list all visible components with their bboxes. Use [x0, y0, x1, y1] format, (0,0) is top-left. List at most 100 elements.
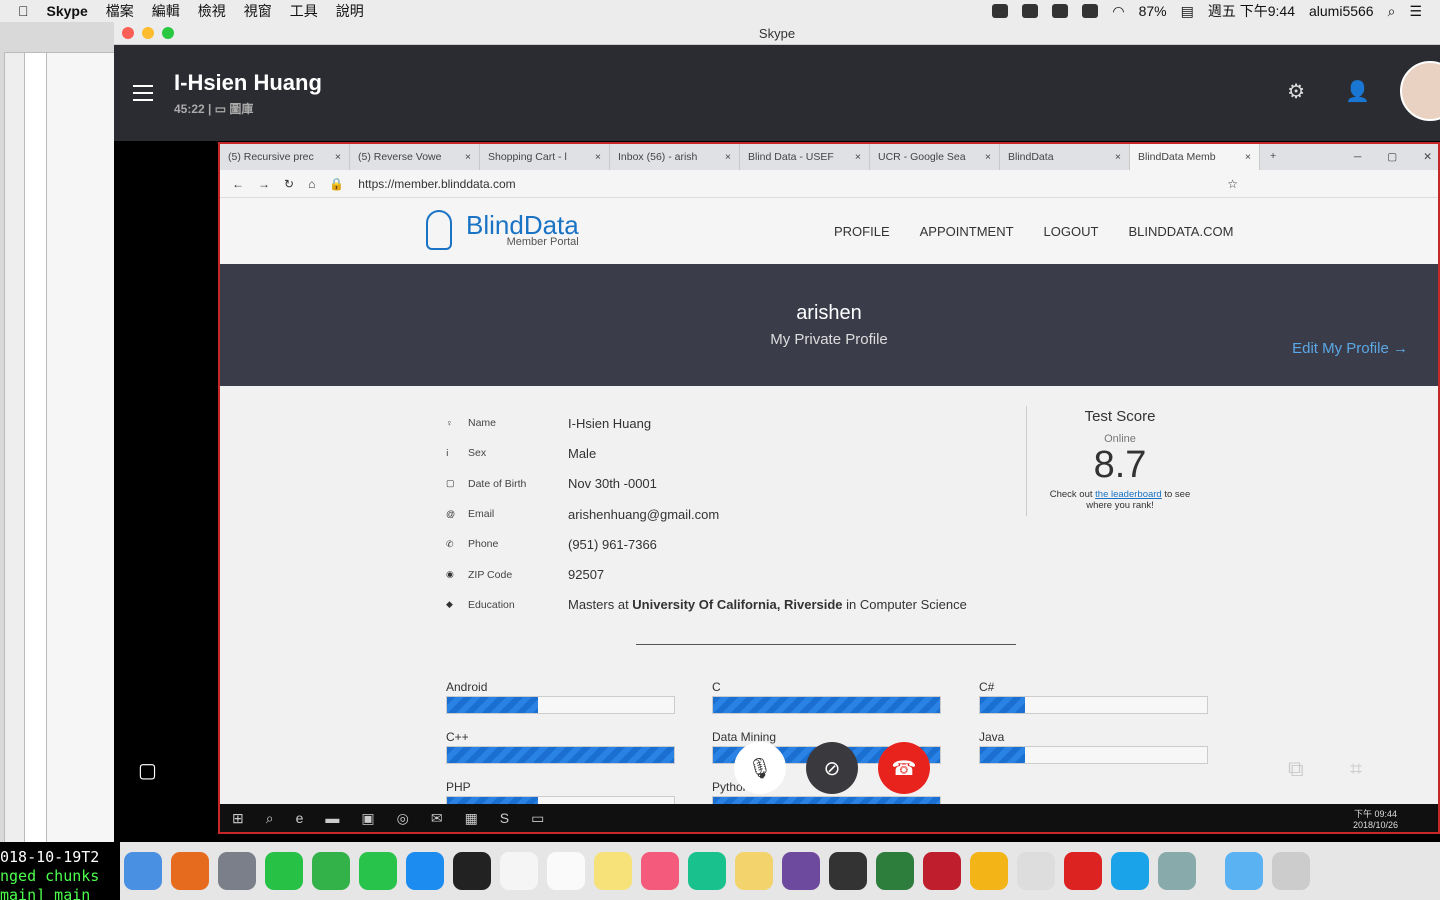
- sublime-icon[interactable]: [829, 852, 867, 890]
- spotlight-icon[interactable]: ⌕: [1388, 3, 1396, 20]
- launchpad-icon[interactable]: [218, 852, 256, 890]
- tab-label[interactable]: Inbox (56) - arish: [618, 151, 697, 163]
- terminal-icon[interactable]: ▭: [531, 810, 544, 827]
- trash-icon[interactable]: [1272, 852, 1310, 890]
- close-icon[interactable]: ×: [725, 151, 731, 163]
- menu-file[interactable]: 檔案: [106, 1, 134, 21]
- terminal-icon[interactable]: [453, 852, 491, 890]
- sheets-icon[interactable]: [876, 852, 914, 890]
- reminders-icon[interactable]: [547, 852, 585, 890]
- video-off-button[interactable]: ⊘: [806, 742, 858, 794]
- github-icon[interactable]: [782, 852, 820, 890]
- flag-icon[interactable]: ▤: [1181, 3, 1194, 20]
- skype-icon[interactable]: S: [500, 810, 509, 826]
- skype-icon[interactable]: [1111, 852, 1149, 890]
- nav-blinddata-com[interactable]: BLINDDATA.COM: [1128, 224, 1233, 239]
- edge-icon[interactable]: e: [296, 810, 304, 826]
- end-call-button[interactable]: ☎: [878, 742, 930, 794]
- minimize-icon[interactable]: ─: [1354, 151, 1361, 163]
- settings-icon[interactable]: ⚙: [1287, 79, 1305, 104]
- menu-window[interactable]: 視窗: [244, 1, 272, 21]
- chat-icon[interactable]: ▢: [138, 758, 157, 783]
- nav-appointment[interactable]: APPOINTMENT: [920, 224, 1014, 239]
- notification-icon[interactable]: ☰: [1409, 3, 1422, 20]
- menu-help[interactable]: 說明: [336, 1, 364, 21]
- wifi-icon[interactable]: ◠: [1112, 3, 1124, 20]
- microphone-button[interactable]: 🎙: [734, 742, 786, 794]
- chrome-icon[interactable]: ◎: [397, 810, 409, 827]
- stickies-icon[interactable]: [735, 852, 773, 890]
- close-icon[interactable]: ×: [595, 151, 601, 163]
- line-icon[interactable]: [1052, 4, 1069, 18]
- menu-edit[interactable]: 編輯: [152, 1, 180, 21]
- back-icon[interactable]: ←: [232, 177, 244, 191]
- apple-icon[interactable]: : [18, 3, 29, 19]
- firefox-icon[interactable]: [171, 852, 209, 890]
- leaderboard-link[interactable]: the leaderboard: [1095, 489, 1162, 500]
- menu-icon[interactable]: [133, 85, 153, 101]
- close-icon[interactable]: ×: [465, 151, 471, 163]
- windows-start-icon[interactable]: ⊞: [232, 810, 244, 827]
- user-name[interactable]: alumi5566: [1309, 3, 1374, 19]
- add-person-icon[interactable]: 👤: [1345, 79, 1370, 104]
- filezilla-icon[interactable]: [923, 852, 961, 890]
- reload-icon[interactable]: ↻: [284, 177, 294, 191]
- chrome-icon[interactable]: [970, 852, 1008, 890]
- nav-profile[interactable]: PROFILE: [834, 224, 890, 239]
- home-icon[interactable]: ⌂: [308, 177, 315, 191]
- maximize-icon[interactable]: ▢: [1387, 151, 1397, 163]
- dropbox-icon[interactable]: [1022, 4, 1039, 18]
- terminal-window[interactable]: 018-10-19T2 nged chunks main] main: [0, 842, 120, 900]
- menu-app-name[interactable]: Skype: [47, 3, 88, 19]
- gallery-label[interactable]: 圖庫: [229, 102, 253, 116]
- search-icon[interactable]: ⌕: [266, 810, 274, 827]
- url-field[interactable]: https://member.blinddata.com: [358, 177, 515, 191]
- close-icon[interactable]: ×: [985, 151, 991, 163]
- close-icon[interactable]: ✕: [1423, 151, 1432, 163]
- wechat-icon[interactable]: [1082, 4, 1099, 18]
- taskbar-clock[interactable]: 下午 09:44 2018/10/26: [1353, 807, 1438, 830]
- whatsapp-icon[interactable]: [359, 852, 397, 890]
- tab-label[interactable]: Blind Data - USEF: [748, 151, 834, 163]
- calendar-icon[interactable]: ▦: [465, 810, 478, 827]
- tab-label[interactable]: Shopping Cart - l: [488, 151, 567, 163]
- store-icon[interactable]: ▣: [361, 810, 374, 827]
- close-icon[interactable]: ×: [1115, 151, 1121, 163]
- avatar[interactable]: [1400, 61, 1440, 121]
- folder-icon[interactable]: ▬: [325, 810, 339, 826]
- finder-icon[interactable]: [124, 852, 162, 890]
- calendar-icon[interactable]: [500, 852, 538, 890]
- mail-icon[interactable]: ✉: [431, 810, 443, 827]
- forward-icon[interactable]: →: [258, 177, 270, 191]
- notes-icon[interactable]: [594, 852, 632, 890]
- chat-app-icon[interactable]: [688, 852, 726, 890]
- folder-icon[interactable]: [1225, 852, 1263, 890]
- close-icon[interactable]: ×: [855, 151, 861, 163]
- itunes-icon[interactable]: [641, 852, 679, 890]
- tab-label[interactable]: (5) Reverse Vowe: [358, 151, 441, 163]
- batch-icon[interactable]: [1064, 852, 1102, 890]
- close-icon[interactable]: ×: [335, 151, 341, 163]
- tab-label[interactable]: UCR - Google Sea: [878, 151, 966, 163]
- snapshot-icon[interactable]: ⌗: [1350, 756, 1362, 782]
- tab-label[interactable]: (5) Recursive prec: [228, 151, 314, 163]
- bookmark-star-icon[interactable]: ☆: [1227, 177, 1438, 191]
- menu-tools[interactable]: 工具: [290, 1, 318, 21]
- preview-icon[interactable]: [1158, 852, 1196, 890]
- textedit-icon[interactable]: [1017, 852, 1055, 890]
- skype-status-icon[interactable]: [992, 4, 1009, 18]
- app-store-icon[interactable]: [406, 852, 444, 890]
- menu-view[interactable]: 檢視: [198, 1, 226, 21]
- edit-profile-link[interactable]: Edit My Profile →: [1292, 340, 1408, 357]
- close-icon[interactable]: ×: [1245, 151, 1251, 163]
- wechat-icon[interactable]: [312, 852, 350, 890]
- new-tab-icon[interactable]: +: [1260, 144, 1286, 170]
- tab-label[interactable]: BlindData: [1008, 151, 1054, 163]
- nav-logout[interactable]: LOGOUT: [1044, 224, 1099, 239]
- site-logo[interactable]: BlindData Member Portal: [426, 210, 579, 250]
- clock[interactable]: 週五 下午9:44: [1208, 1, 1295, 21]
- battery-label[interactable]: 87%: [1139, 3, 1167, 19]
- line-icon[interactable]: [265, 852, 303, 890]
- tab-label[interactable]: BlindData Memb: [1138, 151, 1216, 163]
- switch-window-icon[interactable]: ⧉: [1288, 756, 1304, 782]
